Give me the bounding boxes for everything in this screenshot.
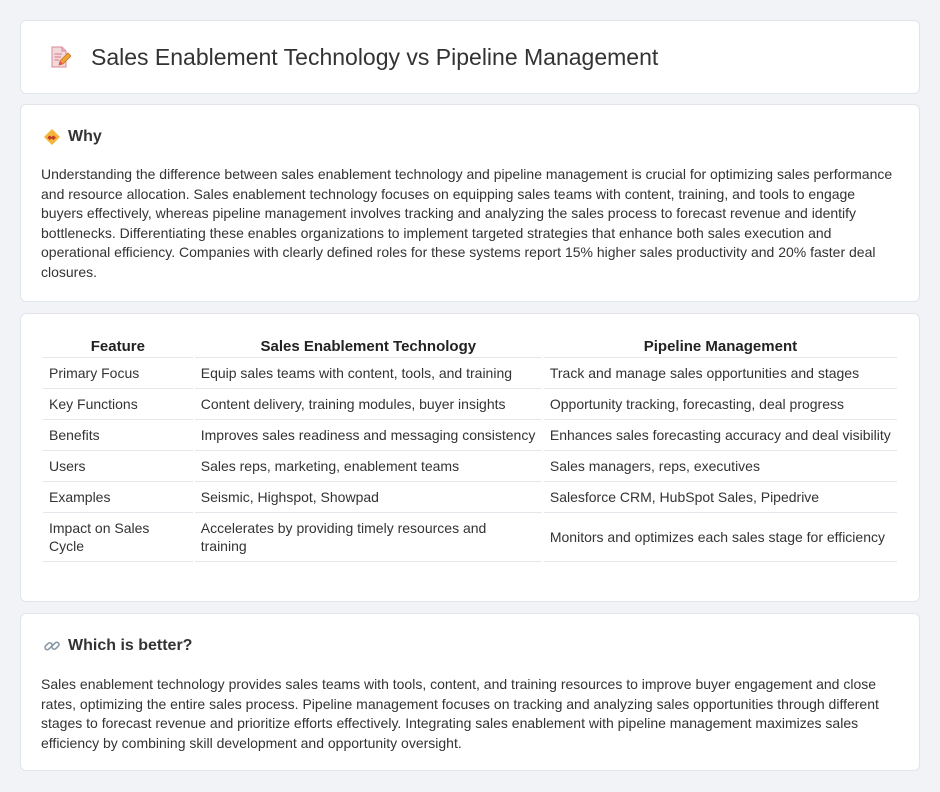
- which-is-better-heading: Which is better?: [43, 637, 192, 655]
- table-header-row: Feature Sales Enablement Technology Pipe…: [43, 336, 897, 358]
- feature-cell: Impact on Sales Cycle: [43, 513, 193, 562]
- pipeline-management-cell: Track and manage sales opportunities and…: [543, 358, 897, 389]
- sales-enablement-cell: Seismic, Highspot, Showpad: [194, 482, 542, 513]
- table-row: Primary Focus Equip sales teams with con…: [43, 358, 897, 389]
- feature-cell: Users: [43, 451, 193, 482]
- which-is-better-text: Sales enablement technology provides sal…: [41, 676, 879, 751]
- sales-enablement-cell: Equip sales teams with content, tools, a…: [194, 358, 542, 389]
- sales-enablement-cell: Improves sales readiness and messaging c…: [194, 420, 542, 451]
- table-row: Benefits Improves sales readiness and me…: [43, 420, 897, 451]
- pipeline-management-cell: Sales managers, reps, executives: [543, 451, 897, 482]
- why-title: Why: [68, 128, 102, 145]
- feature-cell: Key Functions: [43, 389, 193, 420]
- sales-enablement-cell: Accelerates by providing timely resource…: [194, 513, 542, 562]
- pipeline-management-cell: Opportunity tracking, forecasting, deal …: [543, 389, 897, 420]
- header-card: Sales Enablement Technology vs Pipeline …: [20, 20, 920, 94]
- which-is-better-title: Which is better?: [68, 637, 193, 654]
- sales-enablement-cell: Sales reps, marketing, enablement teams: [194, 451, 542, 482]
- table-row: Examples Seismic, Highspot, Showpad Sale…: [43, 482, 897, 513]
- pipeline-management-cell: Monitors and optimizes each sales stage …: [543, 513, 897, 562]
- table-row: Users Sales reps, marketing, enablement …: [43, 451, 897, 482]
- pipeline-management-cell: Salesforce CRM, HubSpot Sales, Pipedrive: [543, 482, 897, 513]
- table-row: Impact on Sales Cycle Accelerates by pro…: [43, 513, 897, 562]
- feature-cell: Primary Focus: [43, 358, 193, 389]
- comparison-table: Feature Sales Enablement Technology Pipe…: [41, 336, 899, 562]
- page-title: Sales Enablement Technology vs Pipeline …: [91, 43, 659, 70]
- which-is-better-section: Which is better? Sales enablement techno…: [20, 613, 920, 771]
- comparison-table-card: Feature Sales Enablement Technology Pipe…: [20, 313, 920, 602]
- why-heading: Why: [43, 128, 102, 146]
- sales-enablement-cell: Content delivery, training modules, buye…: [194, 389, 542, 420]
- why-section: Why Understanding the difference between…: [20, 104, 920, 302]
- column-header-pipeline-management: Pipeline Management: [543, 336, 897, 358]
- document-pencil-icon: [47, 45, 72, 69]
- column-header-sales-enablement: Sales Enablement Technology: [194, 336, 542, 358]
- link-icon: [43, 637, 61, 655]
- why-text: Understanding the difference between sal…: [41, 166, 893, 280]
- feature-cell: Examples: [43, 482, 193, 513]
- pipeline-management-cell: Enhances sales forecasting accuracy and …: [543, 420, 897, 451]
- handshake-icon: [43, 128, 61, 146]
- table-row: Key Functions Content delivery, training…: [43, 389, 897, 420]
- column-header-feature: Feature: [43, 336, 193, 358]
- feature-cell: Benefits: [43, 420, 193, 451]
